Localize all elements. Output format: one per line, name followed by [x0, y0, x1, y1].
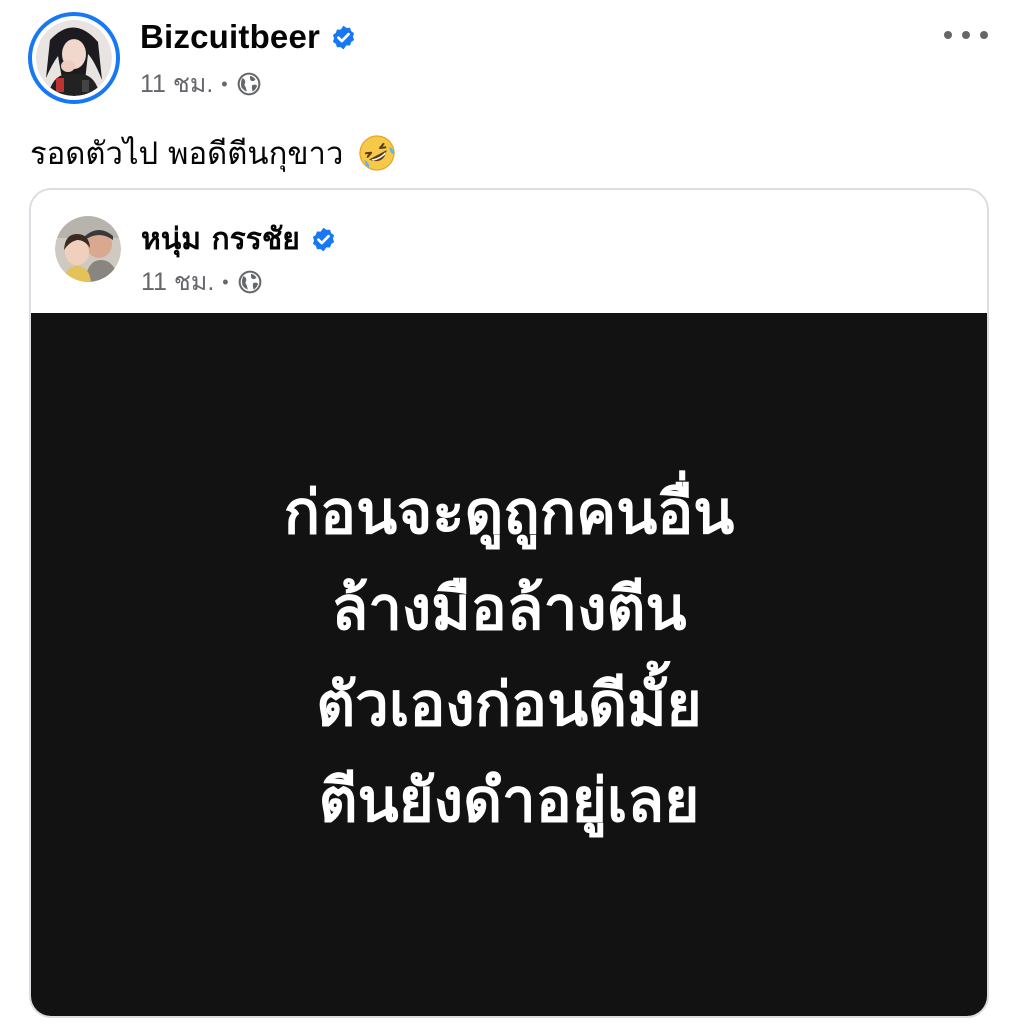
quote-line: ตีนยังดำอยู่เลย — [318, 765, 700, 836]
shared-post-card[interactable]: หนุ่ม กรรชัย 11 ชม. • ก่อนจะดูถูกคนอื่น … — [29, 188, 989, 1018]
author-avatar[interactable] — [28, 12, 120, 104]
globe-icon[interactable] — [236, 71, 262, 97]
post-timestamp[interactable]: 11 ชม. — [140, 64, 213, 104]
facebook-post: Bizcuitbeer 11 ชม. • รอดตัวไป พอดีตีนกุข… — [0, 0, 1018, 1024]
more-options-icon — [944, 31, 952, 39]
verified-badge-icon — [312, 227, 334, 252]
globe-icon[interactable] — [237, 269, 263, 295]
shared-author-avatar[interactable] — [55, 216, 121, 282]
more-dot — [962, 31, 970, 39]
verified-badge-icon — [333, 25, 355, 49]
avatar-story-ring — [32, 16, 116, 100]
post-caption: รอดตัวไป พอดีตีนกุขาว — [30, 128, 397, 178]
quote-text: ก่อนจะดูถูกคนอื่น ล้างมือล้างตีน ตัวเองก… — [284, 465, 735, 849]
shared-author-row: หนุ่ม กรรชัย — [141, 216, 337, 263]
quote-line: ล้างมือล้างตีน — [331, 573, 687, 644]
rolling-on-floor-laughing-emoji-icon — [359, 135, 395, 171]
shared-author-name[interactable]: หนุ่ม กรรชัย — [141, 216, 300, 263]
shared-post-header: หนุ่ม กรรชัย 11 ชม. • — [31, 190, 987, 313]
quote-line: ตัวเองก่อนดีมั้ย — [316, 669, 702, 740]
post-meta: 11 ชม. • — [140, 64, 262, 104]
meta-separator: • — [222, 271, 229, 292]
author-row: Bizcuitbeer — [140, 18, 357, 56]
shared-post-timestamp[interactable]: 11 ชม. — [141, 262, 214, 302]
more-dot — [980, 31, 988, 39]
caption-text: รอดตัวไป พอดีตีนกุขาว — [30, 136, 344, 172]
meta-separator: • — [221, 73, 228, 94]
author-name[interactable]: Bizcuitbeer — [140, 18, 320, 56]
shared-post-meta: 11 ชม. • — [141, 262, 263, 302]
quote-image[interactable]: ก่อนจะดูถูกคนอื่น ล้างมือล้างตีน ตัวเองก… — [31, 313, 987, 1016]
quote-line: ก่อนจะดูถูกคนอื่น — [283, 477, 735, 548]
more-options-button[interactable] — [944, 20, 988, 50]
author-avatar-photo — [36, 20, 112, 96]
